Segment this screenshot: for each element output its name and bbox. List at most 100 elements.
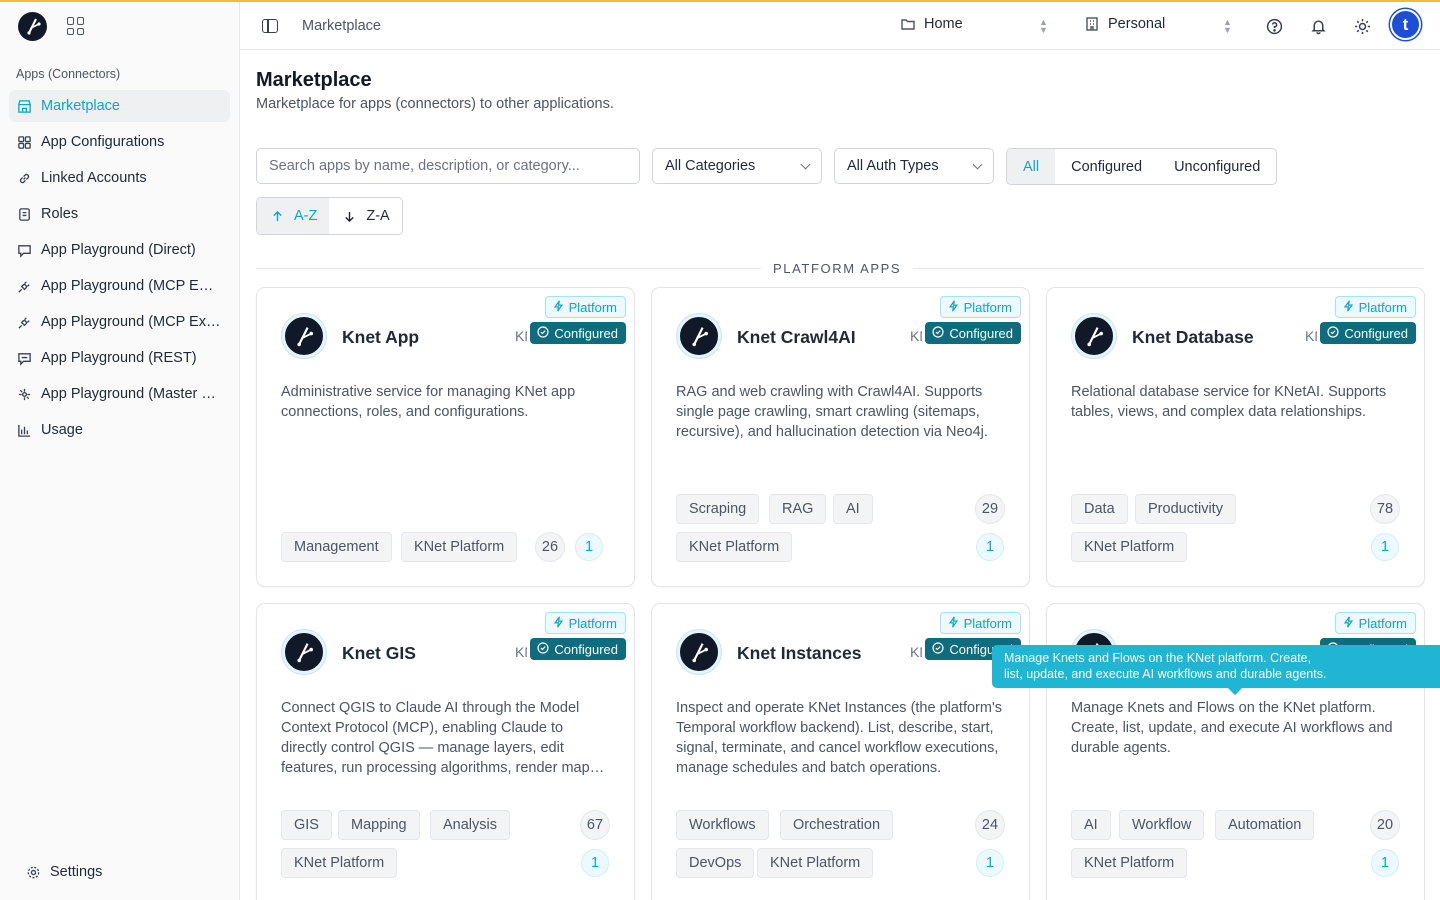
help-icon[interactable] [1265, 17, 1283, 35]
account-chevrons-icon[interactable]: ▲ ▼ [1223, 18, 1232, 35]
segment-all[interactable]: All [1007, 149, 1056, 184]
sidebar-item-label: Marketplace [41, 98, 120, 114]
configured-badge: Configured [530, 322, 626, 344]
app-name: Knet Database [1132, 327, 1254, 347]
bolt-icon [948, 300, 959, 315]
auth-types-dropdown[interactable]: All Auth Types [834, 148, 994, 184]
sidebar-item-roles[interactable]: Roles [9, 198, 230, 230]
category-tag: KNet Platform [401, 532, 518, 562]
tool-count-badge: 78 [1370, 494, 1400, 524]
app-name: Knet Instances [737, 643, 862, 663]
app-name: Knet Crawl4AI [737, 327, 856, 347]
sidebar-item-marketplace[interactable]: Marketplace [9, 90, 230, 122]
sidebar-item-label: Settings [50, 864, 103, 880]
page-subtitle: Marketplace for apps (connectors) to oth… [256, 96, 614, 112]
roles-icon [17, 207, 32, 222]
sidebar-item-playground-rest[interactable]: App Playground (REST) [9, 342, 230, 374]
category-tag: RAG [769, 494, 827, 524]
app-clipped-label: KN [515, 328, 527, 344]
workspace-chevrons-icon[interactable]: ▲ ▼ [1039, 18, 1048, 35]
sidebar: Apps (Connectors) Marketplace App Config… [0, 2, 240, 900]
top-header: Marketplace Home ▲ ▼ Personal ▲ ▼ t [240, 2, 1440, 50]
sidebar-item-playground-mcp-embedded[interactable]: App Playground (MCP Embedded) [9, 270, 230, 302]
bell-icon[interactable] [1309, 17, 1327, 35]
segment-unconfigured[interactable]: Unconfigured [1158, 149, 1276, 184]
app-card[interactable]: Knet Database KN Platform Configured Relatio… [1046, 287, 1425, 587]
sidebar-item-app-configurations[interactable]: App Configurations [9, 126, 230, 158]
category-tag: Management [281, 532, 392, 562]
category-tag: AI [1071, 810, 1111, 840]
configuration-count-badge: 1 [1371, 849, 1399, 877]
app-card[interactable]: Knet InstancesKNPlatformConfiguredInspec… [651, 603, 1030, 900]
category-tag: KNet Platform [281, 848, 398, 878]
app-logo-icon [677, 314, 721, 358]
category-tag: Mapping [338, 810, 420, 840]
app-clipped-label: KN [910, 328, 922, 344]
platform-badge-label: Platform [568, 299, 617, 315]
category-tag: Analysis [430, 810, 510, 840]
platform-badge: Platform [544, 296, 626, 318]
apps-grid-icon[interactable] [67, 17, 85, 35]
app-card[interactable]: Knet GIS KN Platform Configured Connect QGIS… [256, 603, 635, 900]
configuration-count-badge: 1 [1371, 533, 1399, 561]
app-clipped-label: KN [515, 644, 527, 660]
sidebar-item-label: App Playground (REST) [41, 350, 197, 366]
category-tag: DevOps [676, 848, 755, 878]
platform-badge-label: Platform [963, 615, 1012, 631]
sidebar-item-label: Usage [41, 422, 83, 438]
app-name: Knet App [342, 327, 420, 347]
categories-dropdown[interactable]: All Categories [652, 148, 822, 184]
link-icon [17, 171, 32, 186]
store-icon [17, 99, 32, 114]
workspace-selector[interactable]: Home [900, 16, 963, 32]
sun-icon[interactable] [1353, 17, 1371, 35]
check-circle-icon [932, 641, 944, 657]
workspace-label: Home [924, 16, 963, 32]
segment-configured[interactable]: Configured [1055, 149, 1158, 184]
sort-az-button[interactable]: A-Z [257, 198, 330, 234]
category-tag: KNet Platform [1071, 848, 1188, 878]
sidebar-item-playground-mcp-external[interactable]: App Playground (MCP External) [9, 306, 230, 338]
description-tooltip: Manage Knets and Flows on the KNet platf… [992, 645, 1440, 688]
check-circle-icon [537, 325, 549, 341]
app-logo-icon [282, 630, 326, 674]
sidebar-item-label: App Playground (Direct) [41, 242, 196, 258]
app-card[interactable]: Knet App KN Platform Configured Administrati… [256, 287, 635, 587]
arrow-down-icon [345, 211, 355, 222]
gear-icon [26, 865, 41, 880]
user-avatar[interactable]: t [1390, 9, 1421, 40]
account-selector[interactable]: Personal [1084, 16, 1165, 32]
category-tag: KNet Platform [676, 532, 793, 562]
toggle-sidebar-icon[interactable] [262, 18, 278, 33]
bar-chart-icon [17, 423, 32, 438]
app-clipped-label: KN [910, 644, 922, 660]
sort-za-button[interactable]: Z-A [329, 198, 401, 234]
sidebar-item-playground-master-llm[interactable]: App Playground (Master LLM) [9, 378, 230, 410]
sidebar-item-label: App Configurations [41, 134, 165, 150]
sidebar-item-playground-direct[interactable]: App Playground (Direct) [9, 234, 230, 266]
search-input[interactable] [256, 148, 640, 184]
app-card[interactable]: Knet Crawl4AI KN Platform Configured RAG and… [651, 287, 1030, 587]
configured-badge-label: Configured [1344, 325, 1408, 341]
sidebar-item-linked-accounts[interactable]: Linked Accounts [9, 162, 230, 194]
folder-icon [901, 19, 915, 30]
platform-badge: Platform [1334, 612, 1416, 634]
platform-badge-label: Platform [1358, 299, 1407, 315]
tool-count-badge: 20 [1370, 810, 1400, 840]
plug-icon [17, 279, 32, 294]
plug-icon [17, 315, 32, 330]
sidebar-item-usage[interactable]: Usage [9, 414, 230, 446]
breadcrumb[interactable]: Marketplace [302, 18, 381, 34]
auth-types-value: All Auth Types [847, 158, 939, 174]
app-name: Knet GIS [342, 643, 416, 663]
tool-count-badge: 67 [580, 810, 610, 840]
configured-badge: Configured [1320, 322, 1416, 344]
configured-badge: Configured [530, 638, 626, 660]
platform-badge-label: Platform [1358, 615, 1407, 631]
category-tag: Orchestration [780, 810, 894, 840]
app-logo[interactable] [18, 11, 47, 41]
tooltip-line-2: list, update, and execute AI workflows a… [1004, 667, 1327, 681]
sidebar-item-settings[interactable]: Settings [18, 856, 102, 888]
category-tag: GIS [281, 810, 332, 840]
platform-badge-label: Platform [568, 615, 617, 631]
